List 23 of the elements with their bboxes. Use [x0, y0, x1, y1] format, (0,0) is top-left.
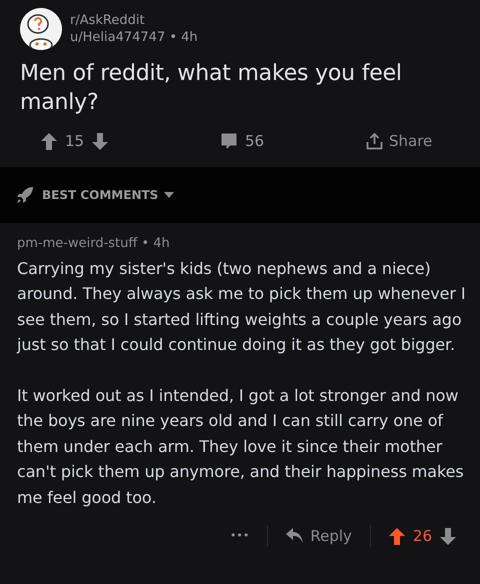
comment-paragraph: Carrying my sister's kids (two nephews and a niece) around. They always ask me to pick them up whenever I see them, so I started lifting weights a couple years ago just so that I could continue doing it as they got bigger.	[17, 258, 466, 356]
comment-score: 26	[412, 526, 432, 547]
sort-dropdown[interactable]: BEST COMMENTS	[42, 186, 174, 204]
upvote-icon[interactable]	[41, 132, 57, 150]
share-button[interactable]: Share	[366, 130, 432, 152]
comment-count: 56	[245, 131, 264, 152]
post-score: 15	[65, 131, 84, 152]
more-options-button[interactable]: •••	[230, 528, 250, 544]
subreddit-name[interactable]: r/AskReddit	[70, 12, 198, 29]
downvote-icon[interactable]	[440, 528, 456, 545]
post-title: Men of reddit, what makes you feel manly?	[20, 60, 403, 117]
upvote-icon[interactable]	[388, 528, 405, 545]
comment-icon[interactable]	[221, 133, 237, 150]
comment-paragraph: It worked out as I intended, I got a lot stronger and now the boys are nine years old and I can still carry one of them under each arm. They love it since their mother can't pick them up anymore, and their happiness makes me feel good too.	[17, 384, 465, 508]
comment-meta: pm-me-weird-stuff • 4h	[17, 235, 171, 253]
reply-button[interactable]: Reply	[286, 525, 352, 548]
post-meta: u/Helia474747 • 4h	[70, 29, 198, 46]
rocket-icon	[16, 186, 34, 204]
reply-icon	[286, 528, 304, 544]
avatar-icon	[20, 8, 62, 50]
downvote-icon[interactable]	[92, 132, 108, 150]
caret-icon	[164, 192, 174, 198]
share-icon	[366, 132, 383, 150]
